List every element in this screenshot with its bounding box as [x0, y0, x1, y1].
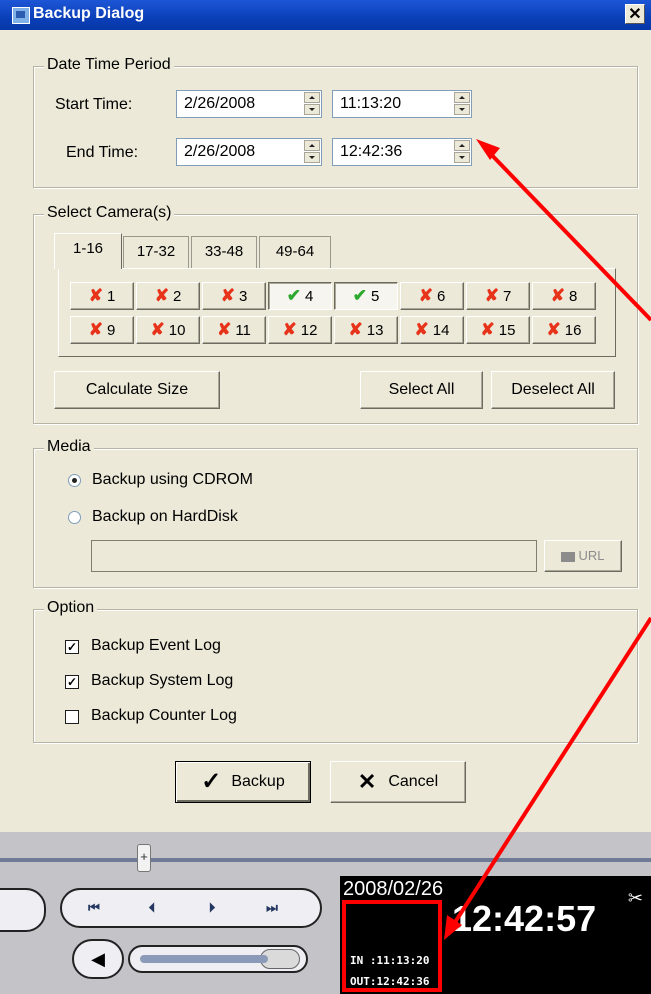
tab-cameras-1-16[interactable]: 1-16 — [54, 233, 122, 269]
annotation-arrowhead — [476, 139, 500, 160]
annotation-arrow-line — [448, 616, 651, 932]
annotation-arrow-line — [481, 144, 651, 322]
annotation-arrows — [444, 139, 651, 940]
